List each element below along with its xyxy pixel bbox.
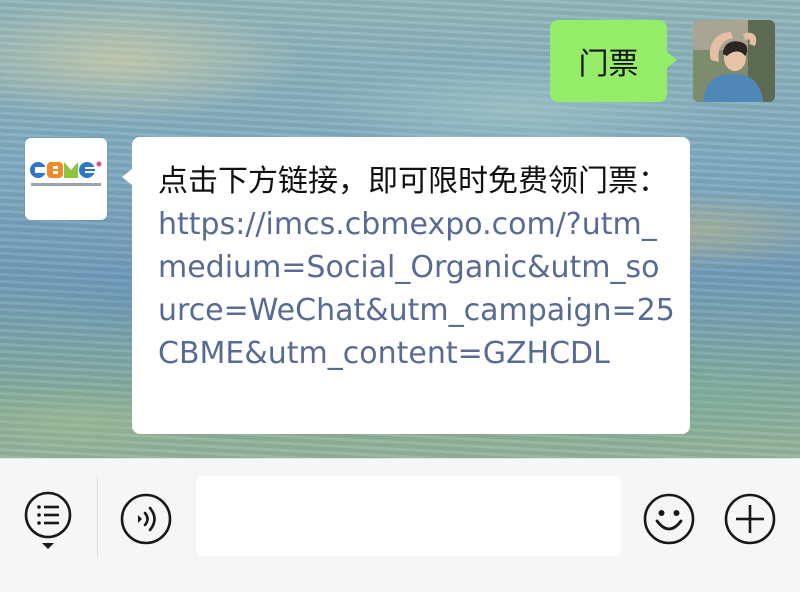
input-bar: [0, 458, 800, 592]
list-menu-icon[interactable]: [24, 489, 72, 555]
input-bar-divider: [97, 477, 98, 557]
chat-area: 门票 点击下方链接，即可限时免费领门票：https://imcs.cbmexpo…: [0, 0, 800, 458]
ticket-link[interactable]: https://imcs.cbmexpo.com/?utm_medium=Soc…: [158, 207, 675, 371]
incoming-message-bubble[interactable]: 点击下方链接，即可限时免费领门票： https://imcs.cbmexpo.co…: [122, 137, 690, 434]
cbme-avatar[interactable]: [25, 138, 107, 220]
cbme-logo-icon: [30, 161, 102, 186]
user-photo-icon: [693, 20, 775, 102]
outgoing-message-bubble[interactable]: 门票: [550, 20, 677, 102]
incoming-message-content: 点击下方链接，即可限时免费领门票： https://imcs.cbmexpo.co…: [158, 160, 678, 375]
plus-icon[interactable]: [724, 493, 776, 549]
outgoing-message-text: 门票: [578, 47, 639, 82]
voice-icon[interactable]: [120, 493, 172, 549]
incoming-message-text: 点击下方链接，即可限时免费领门票：: [158, 164, 668, 199]
emoji-icon[interactable]: [643, 493, 695, 549]
message-input[interactable]: [196, 476, 621, 556]
user-avatar[interactable]: [693, 20, 775, 102]
